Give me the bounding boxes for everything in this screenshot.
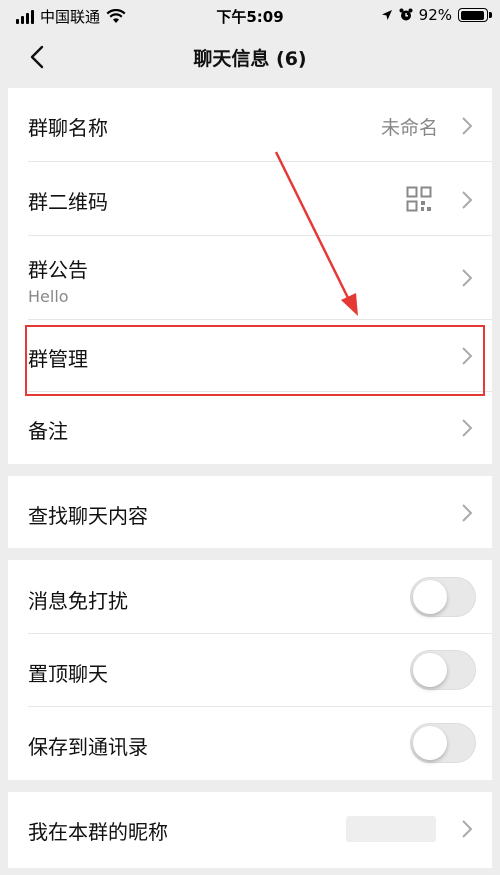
toggle-knob (413, 726, 447, 760)
highlight-box (25, 325, 485, 396)
battery-percent: 92% (418, 6, 452, 24)
group-name-row[interactable]: 群聊名称 未命名 (8, 88, 492, 162)
group-name-label: 群聊名称 (28, 116, 108, 140)
group-qrcode-row[interactable]: 群二维码 (8, 162, 492, 236)
settings-section: 消息免打扰 置顶聊天 保存到通讯录 (8, 560, 492, 780)
battery-icon (458, 8, 492, 22)
chevron-right-icon (462, 117, 473, 135)
location-icon (381, 10, 392, 20)
qrcode-icon (406, 186, 432, 212)
save-contacts-row: 保存到通讯录 (8, 707, 492, 780)
group-notice-label: 群公告 (28, 258, 88, 282)
chevron-right-icon (462, 191, 473, 209)
pin-label: 置顶聊天 (28, 662, 108, 686)
alarm-icon (399, 8, 413, 21)
nav-bar: 聊天信息 (6) (0, 32, 500, 82)
chevron-right-icon (462, 419, 473, 437)
group-name-value: 未命名 (380, 117, 438, 139)
nickname-label: 我在本群的昵称 (28, 820, 168, 844)
chevron-right-icon (462, 504, 473, 522)
status-right: 92% (381, 6, 492, 24)
mute-label: 消息免打扰 (28, 589, 128, 613)
search-section: 查找聊天内容 (8, 476, 492, 548)
save-contacts-toggle[interactable] (410, 723, 476, 763)
chevron-right-icon (462, 820, 473, 838)
chevron-right-icon (462, 269, 473, 287)
group-qrcode-label: 群二维码 (28, 190, 108, 214)
battery-fill (460, 10, 484, 20)
search-chat-row[interactable]: 查找聊天内容 (8, 476, 492, 548)
status-bar: 中国联通 下午5:09 92% (0, 0, 500, 32)
group-info-section: 群聊名称 未命名 群二维码 群公告 Hello 群管理 备注 (8, 88, 492, 464)
nickname-row[interactable]: 我在本群的昵称 (8, 792, 492, 868)
pin-toggle[interactable] (410, 650, 476, 690)
save-contacts-label: 保存到通讯录 (28, 735, 148, 759)
toggle-knob (413, 653, 447, 687)
mute-row: 消息免打扰 (8, 560, 492, 634)
nickname-value-blurred (346, 816, 436, 842)
pin-row: 置顶聊天 (8, 634, 492, 707)
page-title: 聊天信息 (6) (193, 48, 307, 70)
remark-label: 备注 (28, 419, 68, 443)
toggle-knob (413, 580, 447, 614)
nickname-section: 我在本群的昵称 (8, 792, 492, 868)
mute-toggle[interactable] (410, 577, 476, 617)
search-chat-label: 查找聊天内容 (28, 504, 148, 528)
remark-row[interactable]: 备注 (8, 392, 492, 464)
group-notice-value: Hello (28, 287, 69, 306)
group-notice-row[interactable]: 群公告 Hello (8, 236, 492, 320)
